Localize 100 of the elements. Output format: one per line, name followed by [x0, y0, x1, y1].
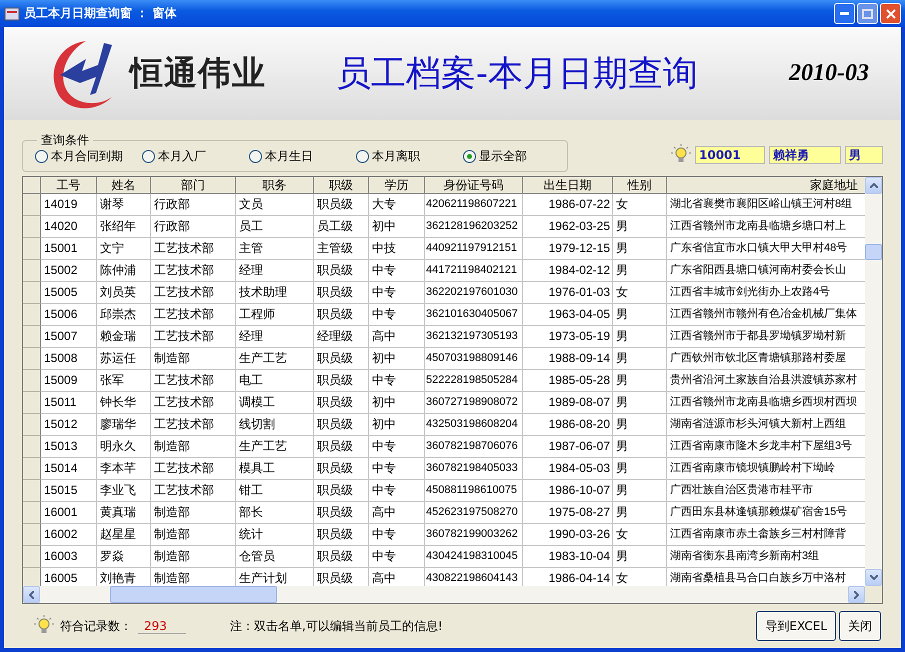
row-selector[interactable]	[23, 260, 41, 282]
table-cell: 职员级	[314, 502, 369, 524]
table-cell: 工艺技术部	[151, 304, 236, 326]
table-cell: 职员级	[314, 260, 369, 282]
table-cell: 1963-04-05	[523, 304, 613, 326]
filter-option[interactable]: 显示全部	[463, 148, 527, 164]
row-selector[interactable]	[23, 238, 41, 260]
table-cell: 1985-05-28	[523, 370, 613, 392]
row-selector[interactable]	[23, 194, 41, 216]
table-cell: 廖瑞华	[97, 414, 151, 436]
filter-option[interactable]: 本月入厂	[142, 148, 249, 164]
scroll-thumb[interactable]	[110, 586, 277, 603]
filter-option[interactable]: 本月离职	[356, 148, 463, 164]
minimize-button[interactable]	[834, 3, 855, 24]
column-header[interactable]: 学历	[369, 177, 425, 194]
table-cell: 中专	[369, 370, 425, 392]
table-cell: 女	[613, 524, 667, 546]
column-header[interactable]: 家庭地址	[667, 177, 865, 194]
row-selector[interactable]	[23, 458, 41, 480]
table-cell: 15005	[41, 282, 97, 304]
table-cell: 360727198908072	[425, 392, 523, 414]
row-selector[interactable]	[23, 436, 41, 458]
table-cell: 职员级	[314, 546, 369, 568]
scroll-down-button[interactable]	[865, 569, 882, 586]
table-cell: 黄真瑞	[97, 502, 151, 524]
horizontal-scrollbar[interactable]	[23, 586, 882, 603]
table-cell: 职员级	[314, 480, 369, 502]
table-cell: 1976-01-03	[523, 282, 613, 304]
close-button[interactable]	[880, 3, 901, 24]
table-cell: 职员级	[314, 458, 369, 480]
table-cell: 张军	[97, 370, 151, 392]
table-cell: 职员级	[314, 194, 369, 216]
table-cell: 430424198310045	[425, 546, 523, 568]
table-cell: 360782198706076	[425, 436, 523, 458]
table-cell: 邱崇杰	[97, 304, 151, 326]
action-button[interactable]: 导到EXCEL	[756, 611, 836, 641]
record-count-label: 符合记录数：	[60, 618, 132, 634]
scroll-left-button[interactable]	[23, 586, 40, 603]
row-header-corner	[23, 177, 41, 194]
column-header[interactable]: 职务	[236, 177, 314, 194]
column-header[interactable]: 部门	[151, 177, 236, 194]
row-selector[interactable]	[23, 348, 41, 370]
table-cell: 职员级	[314, 348, 369, 370]
column-header[interactable]: 性别	[613, 177, 667, 194]
hint-text: 注：双击名单,可以编辑当前员工的信息!	[230, 618, 443, 634]
table-cell: 男	[613, 436, 667, 458]
column-header[interactable]: 出生日期	[523, 177, 613, 194]
table-cell: 统计	[236, 524, 314, 546]
column-header[interactable]: 职级	[314, 177, 369, 194]
table-cell: 李本芊	[97, 458, 151, 480]
table-cell: 中专	[369, 260, 425, 282]
table-cell: 高中	[369, 326, 425, 348]
table-cell: 1979-12-15	[523, 238, 613, 260]
table-cell: 初中	[369, 414, 425, 436]
scroll-up-button[interactable]	[865, 177, 882, 194]
table-cell: 职员级	[314, 304, 369, 326]
column-header[interactable]: 工号	[41, 177, 97, 194]
maximize-button[interactable]	[857, 3, 878, 24]
table-cell: 赵星星	[97, 524, 151, 546]
table-cell: 线切割	[236, 414, 314, 436]
table-cell: 1984-02-12	[523, 260, 613, 282]
row-selector[interactable]	[23, 326, 41, 348]
action-button[interactable]: 关闭	[839, 611, 881, 641]
table-cell: 男	[613, 480, 667, 502]
table-cell: 男	[613, 370, 667, 392]
employee-id-field: 10001	[695, 146, 765, 164]
minimize-icon	[840, 12, 849, 15]
filter-option[interactable]: 本月合同到期	[35, 148, 142, 164]
column-header[interactable]: 姓名	[97, 177, 151, 194]
row-selector[interactable]	[23, 282, 41, 304]
app-icon	[4, 6, 20, 22]
scroll-right-button[interactable]	[848, 586, 865, 603]
scroll-thumb[interactable]	[865, 244, 882, 260]
row-selector[interactable]	[23, 304, 41, 326]
table-cell: 调模工	[236, 392, 314, 414]
row-selector[interactable]	[23, 480, 41, 502]
filter-option[interactable]: 本月生日	[249, 148, 356, 164]
table-cell: 制造部	[151, 502, 236, 524]
row-selector[interactable]	[23, 216, 41, 238]
table-cell: 男	[613, 502, 667, 524]
row-selector[interactable]	[23, 546, 41, 568]
row-selector[interactable]	[23, 524, 41, 546]
table-cell: 男	[613, 238, 667, 260]
table-cell: 高中	[369, 502, 425, 524]
window-title: 员工本月日期查询窗 ： 窗体	[24, 5, 176, 22]
table-cell: 职员级	[314, 392, 369, 414]
table-cell: 模具工	[236, 458, 314, 480]
table-cell: 中技	[369, 238, 425, 260]
row-selector[interactable]	[23, 568, 41, 586]
table-cell: 男	[613, 546, 667, 568]
group-label: 查询条件	[37, 132, 93, 149]
table-cell: 罗焱	[97, 546, 151, 568]
vertical-scrollbar[interactable]	[865, 177, 882, 586]
row-selector[interactable]	[23, 414, 41, 436]
table-cell: 员工	[236, 216, 314, 238]
row-selector[interactable]	[23, 370, 41, 392]
row-selector[interactable]	[23, 502, 41, 524]
column-header[interactable]: 身份证号码	[425, 177, 523, 194]
table-cell: 1962-03-25	[523, 216, 613, 238]
row-selector[interactable]	[23, 392, 41, 414]
